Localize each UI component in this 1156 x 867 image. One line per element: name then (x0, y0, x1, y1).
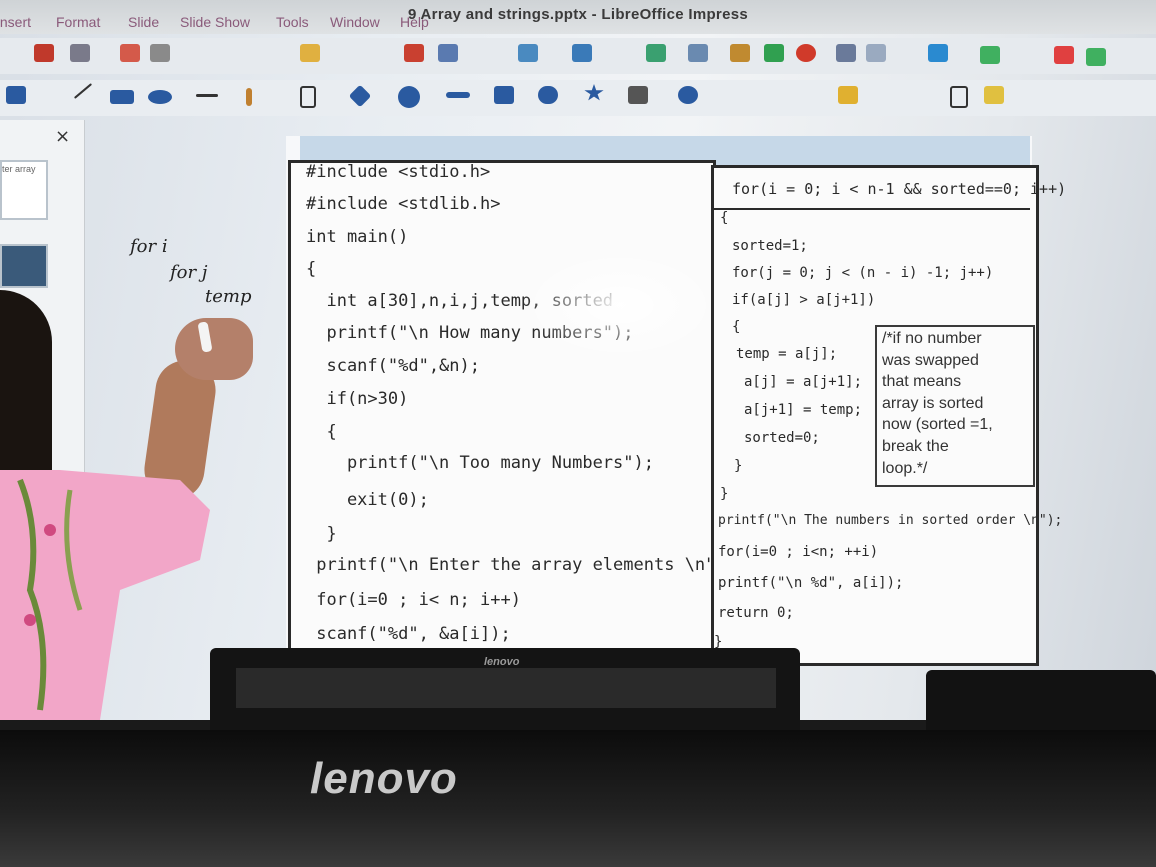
code-line: for(j = 0; j < (n - i) -1; j++) (732, 265, 994, 281)
monitor-front (0, 730, 1156, 867)
projector-glare (520, 250, 720, 360)
rectangle-icon[interactable] (110, 90, 134, 104)
code-line: #include <stdio.h> (306, 162, 491, 182)
print-icon[interactable] (70, 44, 90, 62)
close-icon[interactable]: × (55, 126, 70, 147)
code-line: exit(0); (306, 490, 429, 510)
media-icon[interactable] (688, 44, 708, 62)
code-line: #include <stdlib.h> (306, 194, 501, 214)
connector-icon[interactable] (300, 86, 316, 108)
code-line: if(a[j] > a[j+1]) (732, 292, 876, 308)
code-line: if(n>30) (306, 389, 409, 409)
find-replace-icon[interactable] (404, 44, 424, 62)
callout-icon[interactable] (538, 86, 558, 104)
comment-line: was swapped (882, 352, 979, 369)
code-line: a[j] = a[j+1]; (744, 374, 863, 390)
glue-icon[interactable] (984, 86, 1004, 104)
slide-thumbnail[interactable] (0, 244, 48, 288)
code-line: temp = a[j]; (736, 346, 838, 362)
note-icon[interactable] (838, 86, 858, 104)
menu-insert[interactable]: Insert (0, 14, 31, 30)
copy-icon[interactable] (150, 44, 170, 62)
person-hand (175, 318, 253, 380)
person-body (0, 470, 210, 720)
handwriting: temp (205, 286, 252, 307)
code-line: a[j+1] = temp; (744, 402, 863, 418)
code-line: sorted=1; (732, 238, 808, 254)
navigator-icon[interactable] (928, 44, 948, 62)
loop-header: for(i = 0; i < n-1 && sorted==0; i++) (732, 180, 1067, 198)
code-line: for(i=0 ; i<n; ++i) (718, 544, 879, 560)
flowchart-icon[interactable] (494, 86, 514, 104)
comment-line: array is sorted (882, 395, 984, 412)
select-icon[interactable] (6, 86, 26, 104)
export-pdf-icon[interactable] (34, 44, 54, 62)
image-icon[interactable] (572, 44, 592, 62)
monitor-screen (236, 668, 776, 708)
slide-icon[interactable] (730, 44, 750, 62)
comment-line: that means (882, 373, 962, 390)
thumb-label: ter array (2, 164, 36, 174)
comment-line: loop.*/ (882, 460, 928, 477)
code-line: return 0; (718, 605, 794, 621)
diamond-icon[interactable] (348, 84, 372, 108)
code-line: scanf("%d", &a[i]); (306, 624, 511, 644)
code-line: printf("\n Too many Numbers"); (306, 453, 654, 473)
code-line: sorted=0; (744, 430, 820, 446)
fontwork-icon[interactable] (866, 44, 886, 62)
code-line: } (306, 524, 337, 544)
code-line: } (734, 458, 743, 474)
cut-icon[interactable] (120, 44, 140, 62)
comment-line: /*if no number (882, 330, 982, 347)
insert-chart-icon[interactable] (980, 46, 1000, 64)
record-icon[interactable] (796, 44, 816, 62)
basic-shapes-icon[interactable] (398, 86, 420, 108)
presentation-icon[interactable] (764, 44, 784, 62)
monitor-brand-logo: lenovo (310, 754, 458, 803)
menu-format[interactable]: Format (56, 14, 100, 30)
points-icon[interactable] (950, 86, 968, 108)
shape-icon[interactable] (1086, 48, 1106, 66)
star-icon[interactable] (584, 84, 604, 101)
code-line: printf("\n The numbers in sorted order \… (718, 513, 1063, 528)
undo-icon[interactable] (300, 44, 320, 62)
3d-object-icon[interactable] (628, 86, 648, 104)
title-bar: 9 Array and strings.pptx - LibreOffice I… (0, 0, 1156, 34)
code-line: printf("\n Enter the array elements \n")… (306, 555, 736, 575)
handwriting: for i (130, 236, 168, 257)
comment-line: now (sorted =1, (882, 416, 993, 433)
slide-thumbnail[interactable]: ter array (0, 160, 48, 220)
menu-tools[interactable]: Tools (276, 14, 309, 30)
menu-help[interactable]: Help (400, 14, 429, 30)
menu-window[interactable]: Window (330, 14, 380, 30)
code-line: printf("\n %d", a[i]); (718, 575, 904, 591)
text-box-icon[interactable] (836, 44, 856, 62)
ellipse-icon[interactable] (148, 90, 172, 104)
code-line: int main() (306, 227, 409, 247)
table-icon[interactable] (518, 44, 538, 62)
monitor-brand-logo: lenovo (484, 656, 520, 668)
menu-slide-show[interactable]: Slide Show (180, 14, 250, 30)
comment-line: break the (882, 438, 949, 455)
window-title: 9 Array and strings.pptx - LibreOffice I… (408, 6, 748, 23)
code-line: } (720, 486, 729, 502)
arrow-icon[interactable] (196, 94, 218, 97)
handwriting: for j (170, 262, 208, 283)
menu-slide[interactable]: Slide (128, 14, 159, 30)
drawing-toolbar (0, 80, 1156, 116)
standard-toolbar (0, 38, 1156, 74)
line-icon[interactable] (73, 83, 93, 99)
delete-icon[interactable] (1054, 46, 1074, 64)
code-line: scanf("%d",&n); (306, 356, 480, 376)
spelling-icon[interactable] (438, 44, 458, 62)
code-line: { (732, 319, 741, 335)
chart-icon[interactable] (646, 44, 666, 62)
block-arrows-icon[interactable] (446, 92, 470, 98)
code-line: { (306, 259, 317, 279)
code-line: { (720, 210, 729, 226)
code-line: { (306, 422, 337, 442)
rotate-icon[interactable] (678, 86, 698, 104)
pencil-icon[interactable] (246, 88, 252, 106)
code-line: for(i=0 ; i< n; i++) (306, 590, 521, 610)
